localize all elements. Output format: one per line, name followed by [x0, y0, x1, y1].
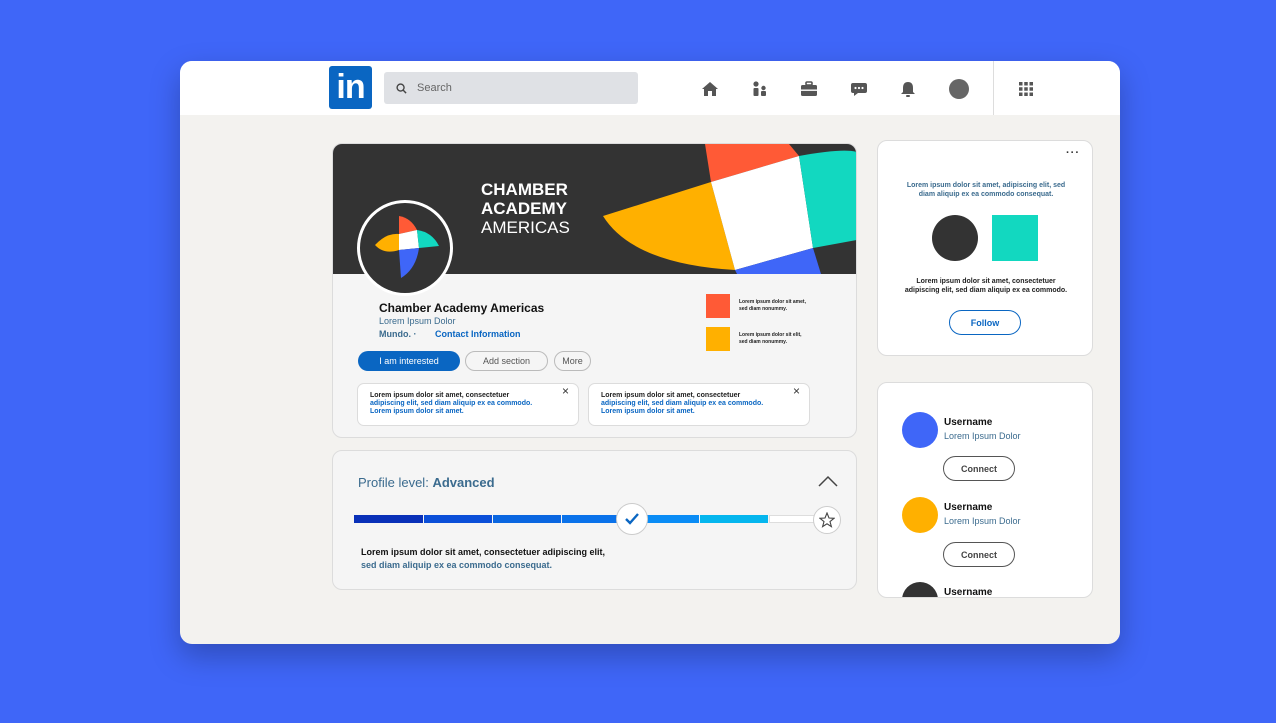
messaging-icon[interactable]	[849, 79, 869, 99]
star-icon	[819, 512, 835, 528]
connect-button[interactable]: Connect	[943, 456, 1015, 481]
home-icon[interactable]	[700, 79, 720, 99]
ad-bottom-text-line: adipiscing elit, sed diam aliquip ex ea …	[904, 287, 1068, 294]
highlight-text: Lorem ipsum dolor sit amet,	[739, 299, 806, 305]
profile-level-description: sed diam aliquip ex ea commodo consequat…	[361, 560, 553, 570]
banner-line-chamber: CHAMBER	[481, 180, 568, 199]
profile-level-label: Profile level:	[358, 475, 429, 490]
nav-divider	[993, 61, 994, 115]
profile-level-description: Lorem ipsum dolor sit amet, consectetuer…	[361, 547, 606, 557]
chevron-up-icon[interactable]	[818, 475, 838, 487]
highlight-text: sed diam nonummy.	[739, 339, 787, 345]
profile-picture[interactable]	[357, 200, 453, 296]
suggestion-link[interactable]: Lorem ipsum dolor sit amet.	[601, 408, 809, 416]
linkedin-logo[interactable]: in	[329, 66, 372, 109]
avatar[interactable]	[902, 412, 938, 448]
ad-card: ··· Lorem ipsum dolor sit amet, adipisci…	[877, 140, 1093, 356]
my-network-icon[interactable]	[750, 79, 770, 99]
contact-information-link[interactable]: Contact Information	[435, 329, 521, 339]
progress-segment	[424, 515, 492, 523]
more-options-icon[interactable]: ···	[1066, 147, 1080, 159]
highlight-item: Lorem ipsum dolor sit elit, sed diam nonu…	[706, 327, 829, 351]
suggestion-text: Lorem ipsum dolor sit amet, consectetuer	[601, 392, 741, 399]
avatar[interactable]	[902, 497, 938, 533]
suggestion-text: adipiscing elit, sed diam aliquip ex ea …	[370, 400, 533, 407]
connect-button[interactable]: Connect	[943, 542, 1015, 567]
i-am-interested-button[interactable]: I am interested	[358, 351, 460, 371]
notifications-bell-icon[interactable]	[898, 79, 918, 99]
user-subtitle: Lorem Ipsum Dolor	[944, 431, 1021, 441]
progress-segment	[354, 515, 423, 523]
progress-segment-empty	[769, 515, 815, 523]
banner-line-americas: AMERICAS	[481, 218, 570, 237]
user-name[interactable]: Username	[944, 502, 992, 513]
jobs-icon[interactable]	[799, 79, 819, 99]
highlight-square	[706, 294, 730, 318]
progress-checkpoint	[616, 503, 648, 535]
search-icon	[396, 82, 407, 94]
ad-square-shape	[992, 215, 1038, 261]
banner-brand-text: CHAMBER ACADEMY AMERICAS	[481, 180, 570, 237]
profile-level-card: Profile level: Advanced Lorem ipsum dolo…	[332, 450, 857, 590]
banner-line-academy: ACADEMY	[481, 199, 567, 218]
user-subtitle: Lorem Ipsum Dolor	[944, 516, 1021, 526]
close-icon[interactable]: ×	[793, 385, 800, 397]
progress-segment	[647, 515, 699, 523]
highlight-text: Lorem ipsum dolor sit elit,	[739, 332, 802, 338]
suggestion-link[interactable]: Lorem ipsum dolor sit amet.	[370, 408, 578, 416]
me-avatar[interactable]	[949, 79, 969, 99]
suggestion-card: Lorem ipsum dolor sit amet, consectetuer…	[357, 383, 579, 426]
avatar[interactable]	[902, 582, 938, 597]
add-section-button[interactable]: Add section	[465, 351, 548, 371]
profile-card: CHAMBER ACADEMY AMERICAS Chamber Academy…	[332, 143, 857, 438]
app-window: in Search CHAMBER ACADEMY AMERICAS Chamb…	[180, 61, 1120, 644]
more-button[interactable]: More	[554, 351, 591, 371]
suggestion-card: Lorem ipsum dolor sit amet, consectetuer…	[588, 383, 810, 426]
ad-top-text-line: Lorem ipsum dolor sit amet, adipiscing e…	[906, 182, 1066, 189]
search-input[interactable]	[417, 82, 617, 94]
highlight-item: Lorem ipsum dolor sit amet, sed diam nonu…	[706, 294, 829, 318]
close-icon[interactable]: ×	[562, 385, 569, 397]
suggestion-text: adipiscing elit, sed diam aliquip ex ea …	[601, 400, 764, 407]
user-name[interactable]: Username	[944, 417, 992, 428]
ad-top-text-line: diam aliquip ex ea commodo consequat.	[918, 191, 1054, 198]
user-name[interactable]: Username	[944, 587, 992, 597]
apps-grid-icon[interactable]	[1016, 79, 1036, 99]
search-box[interactable]	[384, 72, 638, 104]
profile-name: Chamber Academy Americas	[379, 301, 545, 315]
checkmark-icon	[625, 513, 639, 525]
ad-circle-shape	[932, 215, 978, 261]
progress-segment	[700, 515, 768, 523]
top-navigation-bar: in	[180, 61, 1120, 115]
people-suggestions-card: Username Lorem Ipsum Dolor Connect Usern…	[877, 382, 1093, 598]
progress-segment	[493, 515, 561, 523]
ad-bottom-text: Lorem ipsum dolor sit amet, consectetuer…	[878, 277, 1092, 295]
profile-headline: Lorem Ipsum Dolor	[379, 316, 456, 326]
highlight-text: sed diam nonummy.	[739, 306, 787, 312]
profile-level-heading: Profile level: Advanced	[358, 475, 495, 490]
progress-goal	[813, 506, 841, 534]
suggestion-text: Lorem ipsum dolor sit amet, consectetuer	[370, 392, 510, 399]
ad-bottom-text-line: Lorem ipsum dolor sit amet, consectetuer	[916, 278, 1056, 285]
follow-button[interactable]: Follow	[949, 310, 1021, 335]
profile-location: Mundo. ·	[379, 329, 417, 339]
pinwheel-logo-icon	[375, 216, 439, 278]
profile-level-value: Advanced	[432, 475, 495, 490]
highlight-square	[706, 327, 730, 351]
ad-top-text: Lorem ipsum dolor sit amet, adipiscing e…	[878, 181, 1092, 199]
